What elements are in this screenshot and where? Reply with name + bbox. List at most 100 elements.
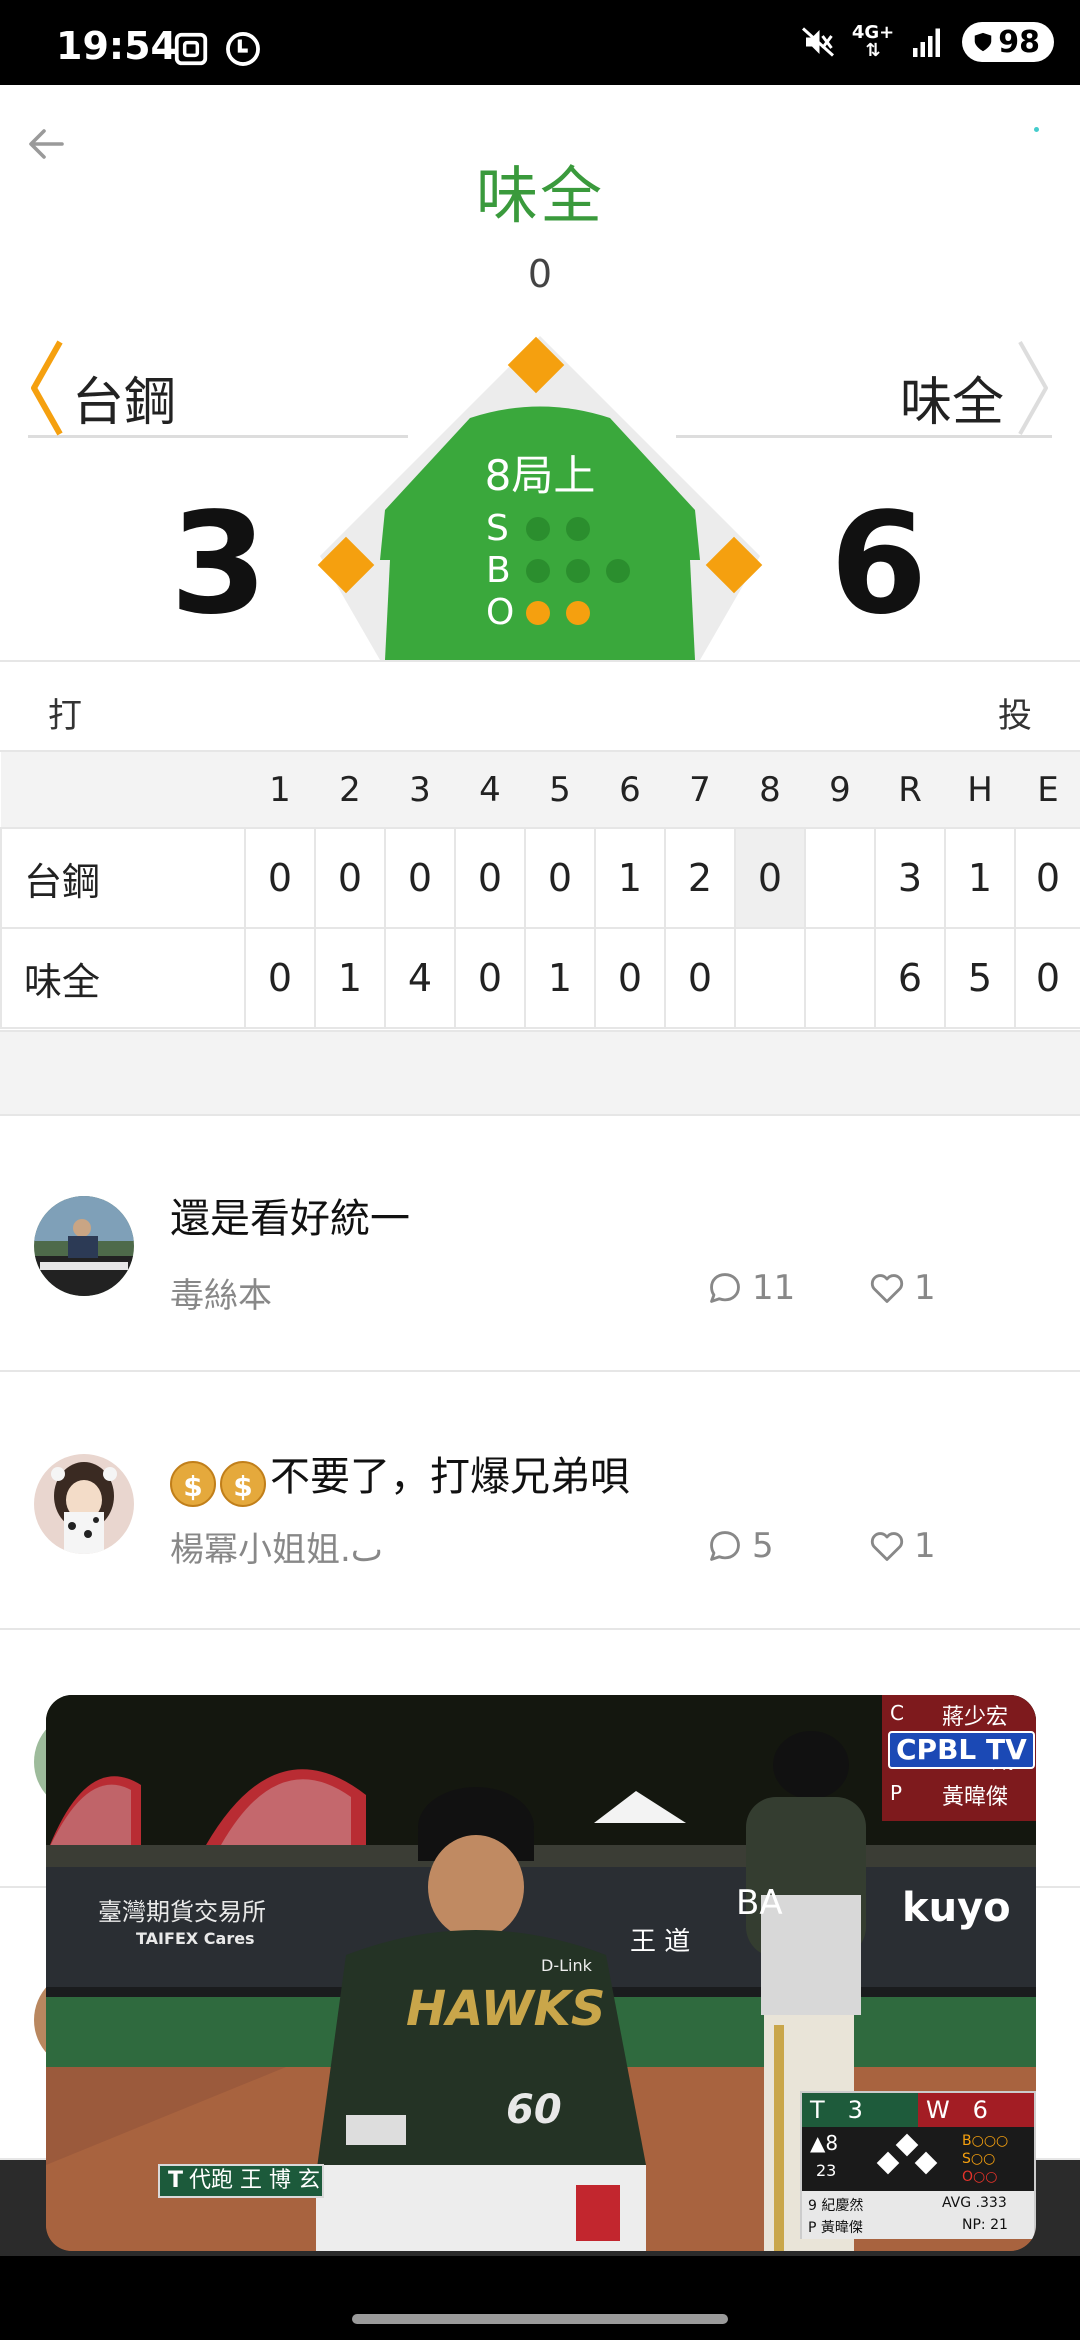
- system-nav-bar: [0, 2256, 1080, 2340]
- cpbl-tv-logo: CPBL TV: [888, 1731, 1035, 1769]
- post-item[interactable]: $ $ 不要了，打爆兄弟唄 楊冪小姐姐.ٮ 5 1: [0, 1374, 1080, 1630]
- out-dot: [526, 600, 550, 625]
- money-bag-icon: $: [170, 1461, 216, 1507]
- banner-text: BA: [736, 1883, 783, 1923]
- chevron-right-icon: [1018, 341, 1048, 435]
- inning-cell: 0: [664, 927, 736, 1029]
- header-cell: 6: [595, 752, 665, 829]
- header-cell: 5: [525, 752, 595, 829]
- header-cell: 9: [805, 752, 875, 829]
- header-cell: 1: [245, 752, 315, 829]
- inning-cell: 1: [594, 827, 666, 929]
- inning-cell: [804, 827, 876, 929]
- home-team-bar[interactable]: 味全: [676, 338, 1052, 438]
- header-cell: 4: [455, 752, 525, 829]
- away-team-name: 台鋼: [72, 373, 177, 433]
- inning-cell: 0: [524, 827, 596, 929]
- runs-cell: 3: [874, 827, 946, 929]
- out-label: O: [486, 592, 515, 633]
- svg-text:60: 60: [506, 2087, 562, 2133]
- post-title[interactable]: 還是看好統一: [170, 1186, 410, 1244]
- like-count[interactable]: 1: [868, 1268, 936, 1308]
- line-score-row-away: 台鋼 0 0 0 0 0 1 2 0 3 1 0: [0, 827, 1080, 929]
- inning-cell: 4: [384, 927, 456, 1029]
- line-score-table: 1 2 3 4 5 6 7 8 9 R H E 台鋼 0 0 0 0 0 1 2…: [0, 752, 1080, 1029]
- post-author[interactable]: 楊冪小姐姐.ٮ: [170, 1522, 383, 1571]
- away-score: 3: [170, 483, 268, 646]
- section-divider: [0, 1030, 1080, 1116]
- svg-text:HAWKS: HAWKS: [406, 1981, 605, 2037]
- post-item[interactable]: 還是看好統一 毒絲本 11 1: [0, 1116, 1080, 1372]
- hits-cell: 5: [944, 927, 1016, 1029]
- video-player[interactable]: HAWKS 60 D-Link 臺灣期貨交易所 TAIFEX Cares BA …: [46, 1695, 1036, 2251]
- base-runners-icon: [876, 2133, 938, 2175]
- inning-cell: 0: [594, 927, 666, 1029]
- row-team-name: 味全: [0, 927, 246, 1029]
- svg-text:D-Link: D-Link: [541, 1956, 593, 1975]
- comment-count[interactable]: 5: [706, 1526, 774, 1566]
- post-author[interactable]: 毒絲本: [170, 1268, 272, 1317]
- strike-count: S: [486, 508, 606, 549]
- like-count[interactable]: 1: [868, 1526, 936, 1566]
- post-title-text: 不要了，打爆兄弟唄: [270, 1454, 630, 1500]
- comment-icon: [710, 1273, 740, 1303]
- header-cell: R: [875, 752, 945, 829]
- inning-cell: 2: [664, 827, 736, 929]
- pitching-label[interactable]: 投: [998, 688, 1032, 737]
- inning-cell: 0: [384, 827, 456, 929]
- inning-cell: 1: [524, 927, 596, 1029]
- ball-count: B: [486, 550, 646, 591]
- inning-cell-current: 0: [734, 827, 806, 929]
- inning-cell: 0: [454, 927, 526, 1029]
- banner-text: 王 道: [630, 1927, 691, 1957]
- post-title[interactable]: $ $ 不要了，打爆兄弟唄: [170, 1444, 630, 1507]
- strike-dot: [566, 516, 590, 541]
- header-cell: E: [1015, 752, 1080, 829]
- away-team-bar[interactable]: 台鋼: [28, 338, 408, 438]
- banner-text: kuyo: [902, 1885, 1011, 1931]
- hits-cell: 1: [944, 827, 1016, 929]
- header-cell: H: [945, 752, 1015, 829]
- substitution-caption: T 代跑 王 博 玄: [158, 2164, 324, 2198]
- ball-dot: [566, 558, 590, 583]
- home-team-name: 味全: [899, 373, 1004, 433]
- out-count: O: [486, 592, 606, 633]
- score-bug: T 3 W 6 ▲8 23 B○○○ S○○ O○○ 9 紀慶然 AVG .33…: [800, 2091, 1036, 2239]
- inning-label: 8局上: [484, 451, 596, 500]
- inning-cell: 0: [244, 827, 316, 929]
- batting-label[interactable]: 打: [48, 688, 82, 737]
- ball-dot: [526, 558, 550, 583]
- runs-cell: 6: [874, 927, 946, 1029]
- home-gesture-bar[interactable]: [352, 2314, 728, 2324]
- heart-icon: [870, 1274, 904, 1303]
- banner-text: TAIFEX Cares: [136, 1929, 255, 1948]
- chevron-left-icon: [31, 340, 63, 436]
- ball-dot: [606, 558, 630, 583]
- heart-icon: [870, 1532, 904, 1561]
- comment-icon: [710, 1531, 740, 1561]
- inning-cell: 1: [314, 927, 386, 1029]
- errors-cell: 0: [1014, 927, 1080, 1029]
- row-team-name: 台鋼: [0, 827, 246, 929]
- ball-label: B: [486, 550, 511, 591]
- comment-count[interactable]: 11: [706, 1268, 795, 1308]
- money-bag-icon: $: [220, 1461, 266, 1507]
- line-score-row-home: 味全 0 1 4 0 1 0 0 6 5 0: [0, 927, 1080, 1029]
- inning-cell: 0: [244, 927, 316, 1029]
- header-cell: 2: [315, 752, 385, 829]
- batting-pitching-bar: 打 投: [0, 660, 1080, 752]
- home-score: 6: [830, 483, 928, 646]
- strike-label: S: [486, 508, 509, 549]
- strike-dot: [526, 516, 550, 541]
- inning-cell: [804, 927, 876, 1029]
- inning-cell: 0: [314, 827, 386, 929]
- avatar[interactable]: [34, 1196, 134, 1296]
- inning-cell: 0: [454, 827, 526, 929]
- banner-text: 臺灣期貨交易所: [98, 1898, 266, 1926]
- avatar[interactable]: [34, 1454, 134, 1554]
- header-cell: [1, 752, 245, 829]
- line-score-header: 1 2 3 4 5 6 7 8 9 R H E: [1, 752, 1080, 829]
- header-cell: 7: [665, 752, 735, 829]
- out-dot: [566, 600, 590, 625]
- inning-cell: [734, 927, 806, 1029]
